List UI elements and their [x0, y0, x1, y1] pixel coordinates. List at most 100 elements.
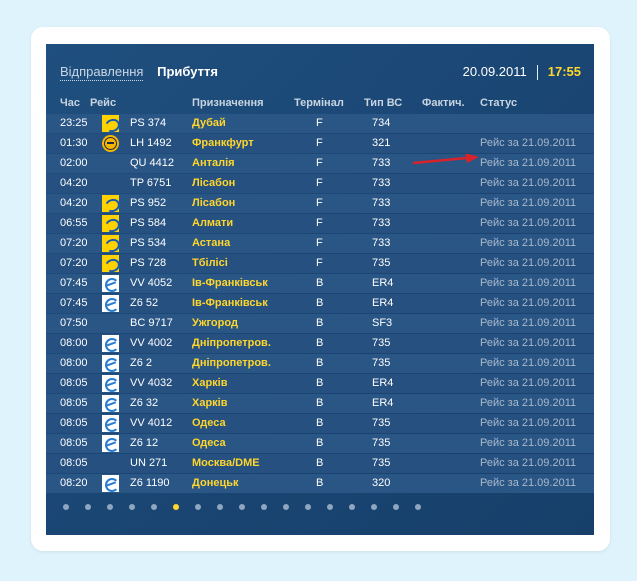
- cell-flight: QU 4412: [130, 157, 175, 169]
- cell-aircraft: 733: [372, 177, 391, 189]
- page-dot[interactable]: [415, 504, 421, 510]
- table-row: 08:05 Z6 12 Одеса B 735 Рейс за 21.09.2011: [46, 434, 594, 453]
- tabs: Відправлення Прибуття: [60, 64, 218, 81]
- cell-aircraft: SF3: [372, 317, 393, 329]
- cell-terminal: F: [316, 197, 323, 209]
- cell-flight: PS 952: [130, 197, 167, 209]
- page-dot[interactable]: [283, 504, 289, 510]
- cell-status: Рейс за 21.09.2011: [480, 457, 577, 469]
- cell-time: 23:25: [60, 117, 88, 129]
- cell-time: 08:05: [60, 377, 88, 389]
- date-time: 20.09.2011 17:55: [462, 64, 581, 81]
- cell-destination: Ів-Франківськ: [192, 277, 268, 289]
- table-row: 08:05 Z6 32 Харків B ER4 Рейс за 21.09.2011: [46, 394, 594, 413]
- cell-destination: Франкфурт: [192, 137, 254, 149]
- aerosvit-icon: [102, 355, 119, 372]
- header-time: Час: [60, 97, 80, 109]
- tab-departures[interactable]: Відправлення: [60, 64, 144, 81]
- table-row: 07:45 Z6 52 Ів-Франківськ B ER4 Рейс за 21.09…: [46, 294, 594, 313]
- cell-flight: PS 374: [130, 117, 167, 129]
- cell-time: 08:05: [60, 437, 88, 449]
- cell-aircraft: 735: [372, 257, 391, 269]
- cell-time: 08:05: [60, 457, 88, 469]
- cell-aircraft: 735: [372, 437, 391, 449]
- cell-aircraft: 733: [372, 157, 391, 169]
- cell-flight: PS 728: [130, 257, 167, 269]
- cell-destination: Лісабон: [192, 197, 236, 209]
- cell-time: 07:20: [60, 237, 88, 249]
- cell-aircraft: 733: [372, 197, 391, 209]
- page-dot[interactable]: [195, 504, 201, 510]
- cell-time: 08:00: [60, 337, 88, 349]
- cell-destination: Астана: [192, 237, 231, 249]
- tab-arrivals[interactable]: Прибуття: [157, 64, 218, 79]
- cell-flight: LH 1492: [130, 137, 172, 149]
- cell-destination: Ужгород: [192, 317, 238, 329]
- cell-aircraft: ER4: [372, 277, 394, 289]
- arrow-icon: [413, 154, 479, 165]
- cell-status: Рейс за 21.09.2011: [480, 317, 577, 329]
- cell-flight: VV 4002: [130, 337, 173, 349]
- aerosvit-icon: [102, 435, 119, 452]
- cell-time: 08:20: [60, 477, 88, 489]
- page-dot[interactable]: [305, 504, 311, 510]
- cell-destination: Анталія: [192, 157, 235, 169]
- mau-icon: [102, 115, 119, 132]
- cell-terminal: F: [316, 137, 323, 149]
- flight-table: 23:25 PS 374 Дубай F 734 01:30 LH 1492 Франкфур…: [46, 114, 594, 494]
- cell-time: 06:55: [60, 217, 88, 229]
- page-dot[interactable]: [173, 504, 179, 510]
- page-dot[interactable]: [239, 504, 245, 510]
- cell-aircraft: ER4: [372, 397, 394, 409]
- page-dot[interactable]: [151, 504, 157, 510]
- cell-aircraft: 735: [372, 417, 391, 429]
- cell-status: Рейс за 21.09.2011: [480, 397, 577, 409]
- cell-status: Рейс за 21.09.2011: [480, 437, 577, 449]
- cell-flight: Z6 52: [130, 297, 159, 309]
- cell-terminal: B: [316, 277, 324, 289]
- cell-terminal: B: [316, 337, 324, 349]
- page-dot[interactable]: [129, 504, 135, 510]
- table-row: 08:05 VV 4012 Одеса B 735 Рейс за 21.09.2011: [46, 414, 594, 433]
- table-row: 08:00 Z6 2 Дніпропетров. B 735 Рейс за 21.09.…: [46, 354, 594, 373]
- cell-destination: Дубай: [192, 117, 226, 129]
- header-status: Статус: [480, 97, 518, 109]
- cell-time: 02:00: [60, 157, 88, 169]
- table-row: 08:20 Z6 1190 Донецьк B 320 Рейс за 21.09.201…: [46, 474, 594, 493]
- cell-flight: Z6 12: [130, 437, 159, 449]
- page-dot[interactable]: [63, 504, 69, 510]
- table-row: 07:45 VV 4052 Ів-Франківськ B ER4 Рейс за 21.…: [46, 274, 594, 293]
- current-date: 20.09.2011: [462, 64, 527, 79]
- page-dot[interactable]: [371, 504, 377, 510]
- cell-flight: VV 4032: [130, 377, 173, 389]
- cell-flight: TP 6751: [130, 177, 172, 189]
- page-dot[interactable]: [327, 504, 333, 510]
- cell-terminal: B: [316, 437, 324, 449]
- page-dot[interactable]: [393, 504, 399, 510]
- table-row: 23:25 PS 374 Дубай F 734: [46, 114, 594, 133]
- cell-time: 08:05: [60, 397, 88, 409]
- flight-board: Відправлення Прибуття 20.09.2011 17:55 Ча…: [46, 44, 594, 535]
- page-dot[interactable]: [349, 504, 355, 510]
- cell-destination: Лісабон: [192, 177, 236, 189]
- page-dot[interactable]: [107, 504, 113, 510]
- table-row: 08:00 VV 4002 Дніпропетров. B 735 Рейс за 21.…: [46, 334, 594, 353]
- page-dot[interactable]: [261, 504, 267, 510]
- cell-terminal: F: [316, 157, 323, 169]
- cell-aircraft: ER4: [372, 377, 394, 389]
- header-flight: Рейс: [90, 97, 117, 109]
- page-dot[interactable]: [85, 504, 91, 510]
- page-dot[interactable]: [217, 504, 223, 510]
- cell-status: Рейс за 21.09.2011: [480, 197, 577, 209]
- cell-status: Рейс за 21.09.2011: [480, 177, 577, 189]
- cell-aircraft: 733: [372, 237, 391, 249]
- aerosvit-icon: [102, 295, 119, 312]
- cell-status: Рейс за 21.09.2011: [480, 137, 577, 149]
- cell-aircraft: 735: [372, 457, 391, 469]
- cell-status: Рейс за 21.09.2011: [480, 477, 577, 489]
- lufthansa-icon: [102, 135, 119, 152]
- cell-terminal: F: [316, 177, 323, 189]
- cell-status: Рейс за 21.09.2011: [480, 217, 577, 229]
- cell-terminal: F: [316, 237, 323, 249]
- cell-time: 07:45: [60, 277, 88, 289]
